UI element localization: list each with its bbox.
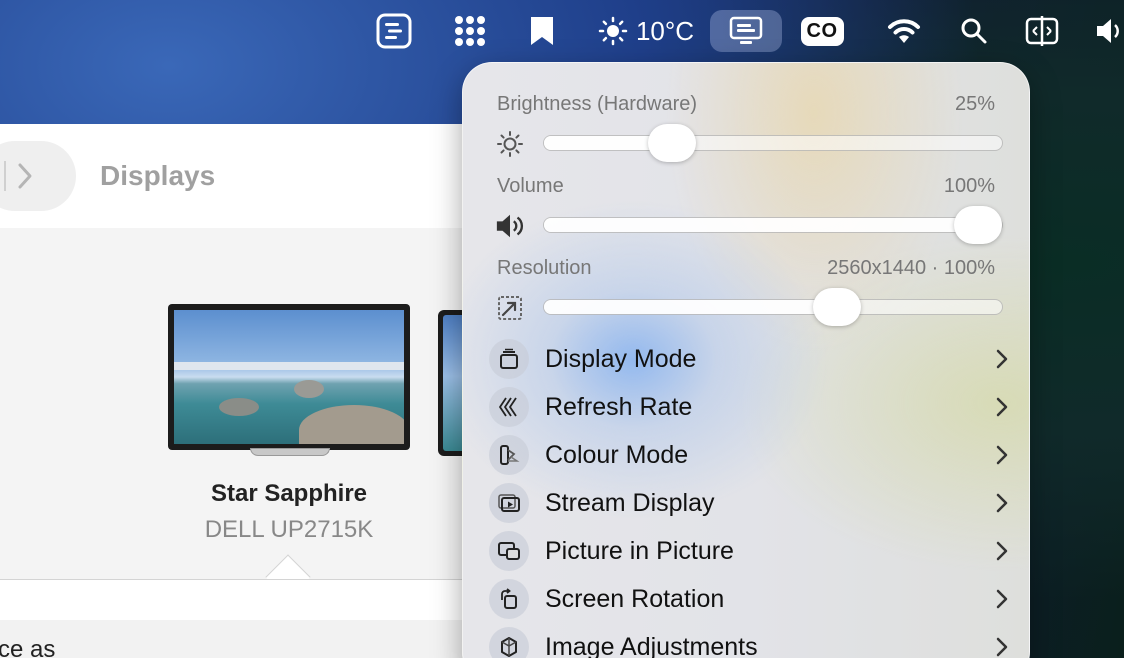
menu-item-picture-in-picture[interactable]: Picture in Picture: [489, 528, 1009, 574]
navigation-buttons: [0, 141, 76, 211]
menu-item-colour-mode[interactable]: Colour Mode: [489, 432, 1009, 478]
colour-mode-icon: [489, 435, 529, 475]
resolution-label: Resolution: [497, 257, 592, 279]
volume-fill: [544, 218, 978, 232]
weather-widget[interactable]: 10°C: [596, 10, 696, 52]
split-view-icon[interactable]: [1022, 10, 1062, 52]
chevron-right-icon: [989, 588, 1009, 610]
image-adjust-icon: [489, 627, 529, 658]
display-name: Star Sapphire: [210, 480, 368, 507]
rotation-icon: [489, 579, 529, 619]
chevron-right-icon: [989, 636, 1009, 658]
apps-grid-icon[interactable]: [450, 10, 490, 52]
menu-item-label: Picture in Picture: [545, 536, 734, 565]
brightness-knob[interactable]: [648, 124, 697, 162]
bookmark-icon[interactable]: [524, 10, 560, 52]
menu-item-label: Display Mode: [545, 344, 697, 373]
weather-temperature: 10°C: [635, 15, 695, 46]
chevron-right-icon: [989, 540, 1009, 562]
menu-item-screen-rotation[interactable]: Screen Rotation: [489, 576, 1009, 622]
co-badge[interactable]: CO: [798, 10, 846, 52]
resolution-value: 2560x1440 · 100%: [827, 257, 995, 279]
resolution-knob[interactable]: [813, 288, 862, 326]
nav-divider: [4, 161, 6, 191]
forward-chevron-icon[interactable]: [10, 159, 40, 198]
display-popover: Brightness (Hardware) 25% Volume 100% Re…: [462, 62, 1030, 658]
menu-item-label: Colour Mode: [545, 440, 689, 469]
display-wallpaper-preview: [174, 310, 404, 444]
co-badge-text: CO: [800, 16, 844, 46]
brightness-label: Brightness (Hardware): [497, 93, 698, 115]
menu-item-display-mode[interactable]: Display Mode: [489, 336, 1009, 382]
sun-icon: [495, 129, 525, 159]
speaker-icon: [495, 211, 525, 241]
menu-item-label: Refresh Rate: [545, 392, 693, 421]
chevron-right-icon: [989, 444, 1009, 466]
volume-icon[interactable]: [1094, 10, 1124, 52]
display-mode-icon: [489, 339, 529, 379]
menu-item-label: Screen Rotation: [545, 584, 725, 613]
display-model: DELL UP2715K: [204, 516, 374, 543]
menu-item-image-adjustments[interactable]: Image Adjustments: [489, 624, 1009, 658]
scale-icon: [495, 293, 525, 323]
display-menu-icon[interactable]: [710, 10, 782, 52]
brightness-value: 25%: [954, 93, 995, 115]
settings-row-label: ce as: [0, 636, 56, 658]
volume-label: Volume: [497, 175, 564, 197]
display-thumbnail[interactable]: [168, 304, 410, 450]
menu-item-label: Image Adjustments: [545, 632, 758, 658]
brightness-slider[interactable]: [543, 124, 1003, 162]
volume-knob[interactable]: [954, 206, 1002, 244]
monitor-stand: [250, 448, 330, 456]
wifi-icon[interactable]: [884, 10, 924, 52]
volume-slider[interactable]: [543, 206, 1003, 244]
volume-value: 100%: [943, 175, 995, 197]
arrangement-footer: [0, 580, 480, 620]
resolution-slider[interactable]: [543, 288, 1003, 326]
settings-window: Displays Star Sapphire DELL UP2715K ce a…: [0, 124, 480, 658]
pip-icon: [489, 531, 529, 571]
page-title: Displays: [100, 160, 216, 191]
chevron-right-icon: [989, 348, 1009, 370]
arrangement-divider: [0, 579, 480, 580]
notes-icon[interactable]: [372, 10, 416, 52]
chevron-right-icon: [989, 396, 1009, 418]
chevron-right-icon: [989, 492, 1009, 514]
refresh-rate-icon: [489, 387, 529, 427]
menu-item-label: Stream Display: [545, 488, 715, 517]
sun-icon: [598, 16, 628, 46]
menu-item-refresh-rate[interactable]: Refresh Rate: [489, 384, 1009, 430]
settings-toolbar: Displays: [0, 124, 480, 228]
resolution-fill: [544, 300, 838, 314]
menu-item-stream-display[interactable]: Stream Display: [489, 480, 1009, 526]
menu-bar: 10°C CO: [0, 0, 1124, 62]
stream-display-icon: [489, 483, 529, 523]
search-icon[interactable]: [956, 10, 992, 52]
